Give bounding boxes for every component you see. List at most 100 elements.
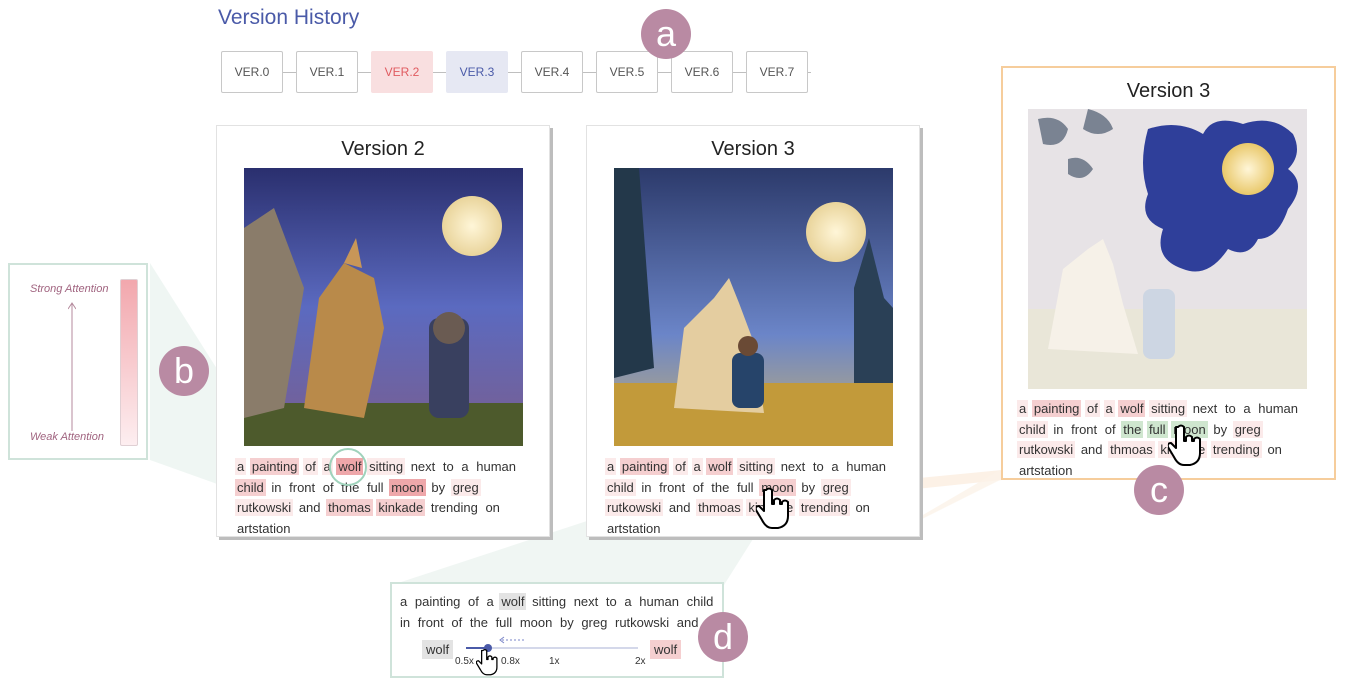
prompt-word[interactable]: of (673, 458, 688, 475)
version-2-prompt: a painting of a wolf sitting next to a h… (235, 457, 535, 539)
prompt-word[interactable]: a (622, 593, 633, 610)
prompt-word[interactable]: thomas (326, 499, 373, 516)
prompt-word[interactable]: trending (429, 499, 480, 516)
prompt-word[interactable]: and (675, 614, 701, 631)
prompt-word[interactable]: in (269, 479, 283, 496)
prompt-word[interactable]: a (485, 593, 496, 610)
prompt-word[interactable]: the (709, 479, 731, 496)
prompt-word[interactable]: sitting (737, 458, 776, 475)
prompt-word[interactable]: trending (1210, 441, 1262, 458)
prompt-word[interactable]: in (639, 479, 653, 496)
prompt-word[interactable]: full (735, 479, 756, 496)
prompt-word[interactable]: a (605, 458, 617, 475)
prompt-word[interactable]: rutkowski (235, 499, 294, 516)
prompt-word[interactable]: full (365, 479, 386, 496)
prompt-word[interactable]: greg (579, 614, 609, 631)
prompt-word[interactable]: next (779, 458, 808, 475)
prompt-word[interactable]: to (441, 458, 456, 475)
prompt-word[interactable]: human (637, 593, 681, 610)
prompt-word[interactable]: next (572, 593, 601, 610)
prompt-word[interactable]: child (685, 593, 716, 610)
prompt-word[interactable]: human (844, 458, 888, 475)
prompt-word[interactable]: wolf (706, 458, 734, 475)
prompt-word[interactable]: front (287, 479, 317, 496)
prompt-word[interactable]: front (416, 614, 446, 631)
panel-d-prompt-line-2: in front of the full moon by greg rutkow… (398, 613, 718, 634)
prompt-word[interactable]: thmoas (696, 499, 743, 516)
prompt-word[interactable]: wolf (499, 593, 527, 610)
strong-attention-label: Strong Attention (30, 283, 109, 295)
prompt-word[interactable]: next (1191, 400, 1220, 417)
prompt-word[interactable]: a (235, 458, 247, 475)
prompt-word[interactable]: a (1241, 400, 1252, 417)
tick-label-0: 0.5x (455, 656, 474, 667)
prompt-word[interactable]: front (1069, 421, 1099, 438)
prompt-word[interactable]: and (667, 499, 693, 516)
prompt-word[interactable]: next (409, 458, 438, 475)
prompt-word[interactable]: full (494, 614, 515, 631)
prompt-word[interactable]: child (1017, 420, 1048, 438)
prompt-word[interactable]: sitting (1149, 400, 1188, 417)
prompt-word[interactable]: trending (798, 499, 850, 516)
prompt-word[interactable]: and (297, 499, 323, 516)
prompt-word[interactable]: human (474, 458, 518, 475)
prompt-word[interactable]: a (398, 593, 409, 610)
prompt-word[interactable]: of (691, 479, 706, 496)
prompt-word[interactable]: to (604, 593, 619, 610)
prompt-word[interactable]: artstation (1017, 462, 1074, 479)
prompt-word[interactable]: thmoas (1108, 441, 1155, 458)
prompt-word[interactable]: the (1121, 420, 1144, 438)
prompt-word[interactable]: rutkowski (605, 499, 664, 516)
prompt-word[interactable]: painting (249, 458, 300, 475)
prompt-word[interactable]: painting (1031, 400, 1082, 417)
prompt-word[interactable]: by (1211, 421, 1229, 438)
prompt-word[interactable]: on (483, 499, 501, 516)
prompt-word[interactable]: painting (413, 593, 463, 610)
version-3-card: Version 3 a painting of a wolf sitting n… (586, 125, 920, 537)
prompt-word[interactable]: kinkade (376, 499, 426, 516)
prompt-word[interactable]: by (799, 479, 817, 496)
prompt-word[interactable]: of (449, 614, 464, 631)
prompt-word[interactable]: on (1265, 441, 1283, 458)
prompt-word[interactable]: greg (450, 478, 481, 496)
prompt-word[interactable]: child (605, 478, 636, 496)
prompt-word[interactable]: sitting (367, 458, 406, 475)
prompt-word[interactable]: full (1146, 420, 1168, 438)
prompt-word[interactable]: human (1256, 400, 1300, 417)
prompt-word[interactable]: to (1223, 400, 1238, 417)
tick-label-2: 1x (549, 656, 560, 667)
version-3-detail-card: Version 3 a painting of a wolf sitting n… (1001, 66, 1336, 480)
prompt-word[interactable]: in (398, 614, 412, 631)
prompt-word[interactable]: a (1017, 400, 1029, 417)
prompt-word[interactable]: painting (619, 458, 670, 475)
prompt-word[interactable]: a (1103, 400, 1115, 417)
prompt-word[interactable]: of (1085, 400, 1100, 417)
prompt-word[interactable]: rutkowski (1017, 441, 1076, 458)
prompt-word[interactable]: a (691, 458, 703, 475)
prompt-word[interactable]: child (235, 478, 266, 496)
prompt-word[interactable]: of (303, 458, 318, 475)
prompt-word[interactable]: a (459, 458, 470, 475)
prompt-word[interactable]: of (466, 593, 481, 610)
prompt-word[interactable]: by (429, 479, 447, 496)
prompt-word[interactable]: wolf (1118, 400, 1146, 417)
prompt-word[interactable]: in (1051, 421, 1065, 438)
prompt-word[interactable]: on (853, 499, 871, 516)
prompt-word[interactable]: by (558, 614, 576, 631)
prompt-word[interactable]: of (1103, 421, 1118, 438)
prompt-word[interactable]: front (657, 479, 687, 496)
prompt-word[interactable]: greg (820, 478, 851, 496)
prompt-word[interactable]: greg (1232, 420, 1263, 438)
panel-d-prompt-line-1: a painting of a wolf sitting next to a h… (398, 592, 718, 613)
prompt-word[interactable]: sitting (530, 593, 568, 610)
prompt-word[interactable]: artstation (235, 520, 292, 537)
prompt-word[interactable]: artstation (605, 520, 662, 537)
prompt-word[interactable]: a (829, 458, 840, 475)
prompt-word[interactable]: rutkowski (613, 614, 671, 631)
prompt-word[interactable]: of (321, 479, 336, 496)
prompt-word[interactable]: to (811, 458, 826, 475)
prompt-word[interactable]: and (1079, 441, 1105, 458)
prompt-word[interactable]: moon (389, 478, 426, 496)
prompt-word[interactable]: moon (518, 614, 555, 631)
prompt-word[interactable]: the (468, 614, 490, 631)
